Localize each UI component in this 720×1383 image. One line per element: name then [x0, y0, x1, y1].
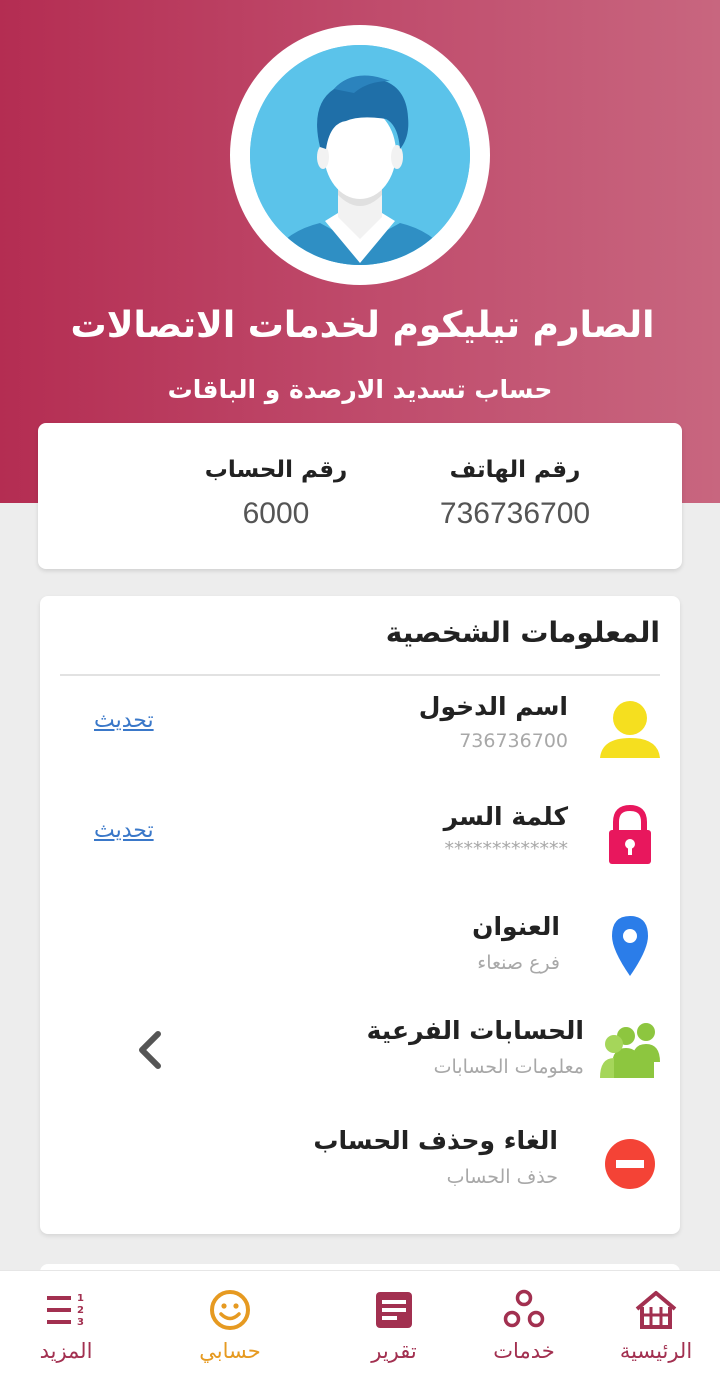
account-info: رقم الحساب 6000 — [176, 457, 376, 531]
update-password-link[interactable]: تحديث — [94, 818, 154, 843]
bottom-navigation: الرئيسية خدمات تقرير حسابي 1 2 3 المزيد — [0, 1270, 720, 1383]
svg-text:2: 2 — [77, 1305, 84, 1316]
delete-account-title: الغاء وحذف الحساب — [313, 1126, 558, 1155]
nav-more-label: المزيد — [39, 1339, 93, 1363]
account-summary-card: رقم الهاتف 736736700 رقم الحساب 6000 — [38, 423, 682, 569]
address-row: العنوان فرع صنعاء — [40, 908, 680, 998]
account-label: رقم الحساب — [204, 457, 348, 483]
username-row[interactable]: اسم الدخول 736736700 تحديث — [40, 688, 680, 778]
nav-report-label: تقرير — [371, 1339, 417, 1363]
nav-my-account-label: حسابي — [199, 1339, 261, 1363]
phone-label: رقم الهاتف — [449, 457, 581, 483]
account-type: حساب تسديد الارصدة و الباقات — [167, 375, 553, 404]
sub-accounts-title: الحسابات الفرعية — [366, 1016, 584, 1045]
username-title: اسم الدخول — [418, 692, 568, 721]
nav-home-label: الرئيسية — [619, 1339, 693, 1363]
delete-account-row[interactable]: الغاء وحذف الحساب حذف الحساب — [40, 1126, 680, 1216]
phone-info: رقم الهاتف 736736700 — [415, 457, 615, 531]
avatar-image — [250, 45, 470, 265]
password-value: ************* — [444, 838, 569, 860]
smiley-icon — [210, 1290, 250, 1330]
avatar[interactable] — [230, 25, 490, 285]
nav-services[interactable]: خدمات — [454, 1287, 594, 1363]
address-title: العنوان — [472, 912, 560, 941]
nav-services-label: خدمات — [493, 1339, 555, 1363]
password-title: كلمة السر — [443, 802, 568, 831]
username-value: 736736700 — [459, 730, 568, 752]
person-avatar-icon — [250, 45, 470, 265]
sub-accounts-row[interactable]: الحسابات الفرعية معلومات الحسابات — [40, 1016, 680, 1106]
svg-text:3: 3 — [77, 1317, 84, 1328]
nav-report[interactable]: تقرير — [324, 1287, 464, 1363]
account-value: 6000 — [242, 497, 310, 530]
update-username-link[interactable]: تحديث — [94, 708, 154, 733]
divider — [60, 674, 660, 676]
phone-value: 736736700 — [439, 497, 591, 530]
location-pin-icon — [598, 914, 662, 978]
home-icon — [635, 1291, 677, 1329]
nav-home[interactable]: الرئيسية — [586, 1287, 720, 1363]
address-value: فرع صنعاء — [477, 952, 560, 974]
nav-more[interactable]: 1 2 3 المزيد — [0, 1287, 136, 1363]
menu-list-icon: 1 2 3 — [47, 1293, 84, 1328]
report-icon — [376, 1292, 412, 1328]
sub-accounts-subtitle: معلومات الحسابات — [433, 1056, 584, 1078]
delete-account-subtitle: حذف الحساب — [446, 1166, 558, 1188]
lock-icon — [598, 802, 662, 866]
nav-my-account[interactable]: حسابي — [160, 1287, 300, 1363]
user-icon — [598, 694, 662, 758]
users-group-icon — [600, 1018, 664, 1082]
company-name: الصارم تيليكوم لخدمات الاتصالات — [70, 305, 655, 346]
services-icon — [503, 1289, 545, 1328]
svg-text:1: 1 — [77, 1293, 84, 1304]
delete-icon — [596, 1130, 660, 1194]
section-title: المعلومات الشخصية — [385, 616, 660, 649]
password-row[interactable]: كلمة السر ************* تحديث — [40, 798, 680, 888]
personal-info-card: المعلومات الشخصية اسم الدخول 736736700 ت… — [40, 596, 680, 1234]
chevron-left-icon[interactable] — [130, 1028, 170, 1072]
